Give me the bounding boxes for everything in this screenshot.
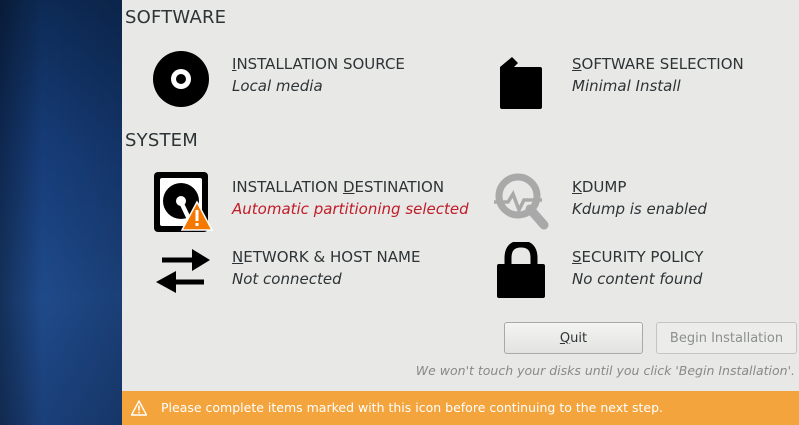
spoke-installation-destination[interactable]: INSTALLATION DESTINATION Automatic parti… — [152, 172, 472, 234]
spoke-title: SECURITY POLICY — [572, 248, 704, 266]
spoke-security-policy[interactable]: SECURITY POLICY No content found — [492, 242, 799, 304]
sidebar — [0, 0, 122, 425]
package-icon — [500, 57, 542, 109]
spoke-title: KDUMP — [572, 178, 627, 196]
spoke-status: Kdump is enabled — [572, 200, 707, 218]
disc-icon — [153, 51, 209, 107]
network-arrows-icon — [156, 249, 210, 293]
spoke-installation-source[interactable]: INSTALLATION SOURCE Local media — [152, 49, 472, 111]
spoke-status: Minimal Install — [572, 77, 681, 95]
hard-disk-icon — [154, 172, 214, 232]
section-title-system: SYSTEM — [125, 130, 198, 151]
spoke-software-selection[interactable]: SOFTWARE SELECTION Minimal Install — [492, 49, 799, 111]
section-title-software: SOFTWARE — [125, 7, 227, 28]
spoke-status: Not connected — [232, 270, 342, 288]
warning-text: Please complete items marked with this i… — [161, 400, 664, 415]
spoke-title: SOFTWARE SELECTION — [572, 55, 744, 73]
spoke-status: Local media — [232, 77, 323, 95]
spoke-title: NETWORK & HOST NAME — [232, 248, 421, 266]
warning-icon — [131, 400, 147, 416]
disk-notice: We won't touch your disks until you clic… — [415, 363, 795, 378]
spoke-status: No content found — [572, 270, 703, 288]
warning-bar: Please complete items marked with this i… — [122, 391, 799, 425]
hub-content: SOFTWARE INSTALLATION SOURCE Local media… — [122, 0, 799, 425]
magnifier-icon — [494, 173, 549, 230]
quit-button[interactable]: Quit — [504, 322, 643, 354]
spoke-kdump[interactable]: KDUMP Kdump is enabled — [492, 172, 799, 234]
begin-installation-button[interactable]: Begin Installation — [656, 322, 797, 354]
lock-icon — [497, 242, 545, 298]
spoke-title: INSTALLATION SOURCE — [232, 55, 405, 73]
spoke-title: INSTALLATION DESTINATION — [232, 178, 445, 196]
spoke-status-warning: Automatic partitioning selected — [232, 200, 469, 218]
spoke-network-host-name[interactable]: NETWORK & HOST NAME Not connected — [152, 242, 472, 304]
